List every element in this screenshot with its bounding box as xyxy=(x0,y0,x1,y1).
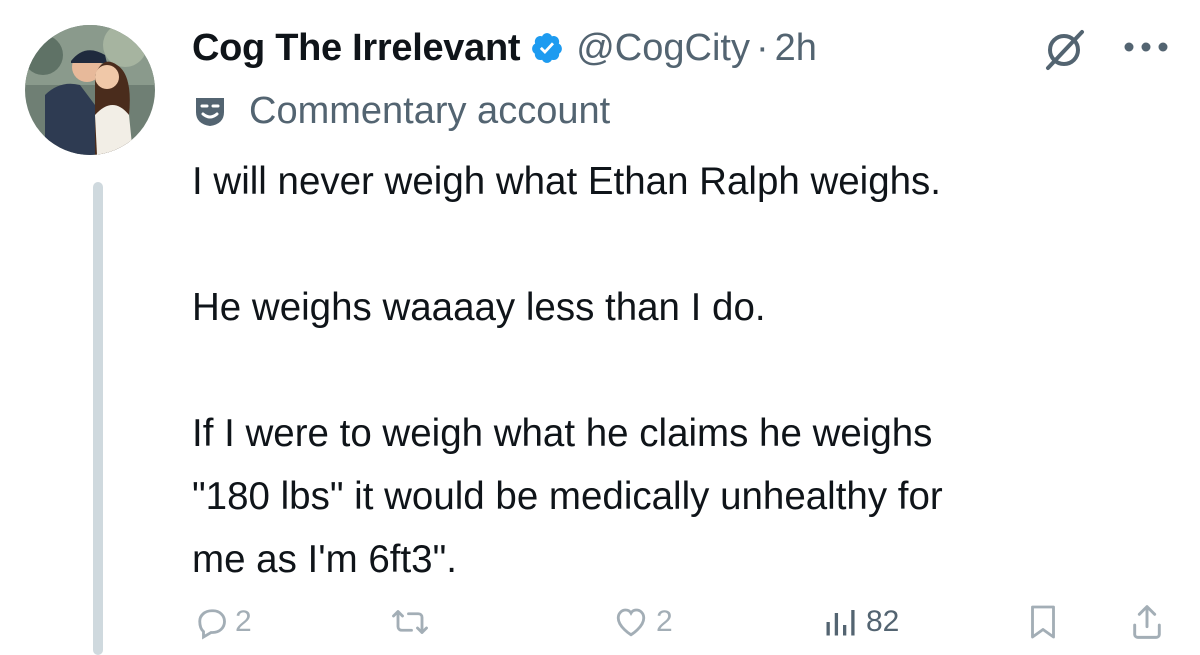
views-button[interactable]: 82 xyxy=(820,592,899,652)
view-count: 82 xyxy=(866,605,900,638)
tweet-header: Cog The Irrelevant @CogCity · 2h xyxy=(192,22,817,74)
account-label[interactable]: Commentary account xyxy=(193,86,610,136)
tweet-text: I will never weigh what Ethan Ralph weig… xyxy=(192,150,1182,591)
separator-dot: · xyxy=(755,26,769,69)
tweet-line: "180 lbs" it would be medically unhealth… xyxy=(192,475,943,518)
tweet-line: me as I'm 6ft3". xyxy=(192,538,457,581)
more-icon[interactable] xyxy=(1122,40,1170,54)
share-button[interactable] xyxy=(1128,592,1166,652)
repost-button[interactable] xyxy=(390,592,436,652)
author-avatar[interactable] xyxy=(25,25,155,155)
author-name[interactable]: Cog The Irrelevant xyxy=(192,27,521,70)
reply-button[interactable]: 2 xyxy=(193,592,252,652)
tweet-time[interactable]: 2h xyxy=(775,27,817,70)
commentary-label-icon xyxy=(196,98,224,126)
views-icon xyxy=(826,610,855,636)
bookmark-button[interactable] xyxy=(1025,592,1061,652)
account-label-text: Commentary account xyxy=(249,89,611,132)
like-button[interactable]: 2 xyxy=(612,592,673,652)
grok-icon[interactable] xyxy=(1040,26,1088,74)
tweet-line: He weighs waaaay less than I do. xyxy=(192,286,766,329)
like-count: 2 xyxy=(656,605,673,638)
author-handle[interactable]: @CogCity xyxy=(576,27,750,70)
share-icon xyxy=(1133,605,1161,639)
bookmark-icon xyxy=(1031,605,1055,639)
tweet-line: I will never weigh what Ethan Ralph weig… xyxy=(192,160,942,203)
reply-icon xyxy=(198,609,226,640)
thread-line xyxy=(93,182,103,655)
tweet-actions: 2 2 82 xyxy=(0,592,1200,652)
tweet-line: If I were to weigh what he claims he wei… xyxy=(192,412,933,455)
verified-badge-icon[interactable] xyxy=(530,31,564,65)
reply-count: 2 xyxy=(235,605,252,638)
repost-icon xyxy=(392,610,428,634)
like-icon xyxy=(616,608,646,637)
